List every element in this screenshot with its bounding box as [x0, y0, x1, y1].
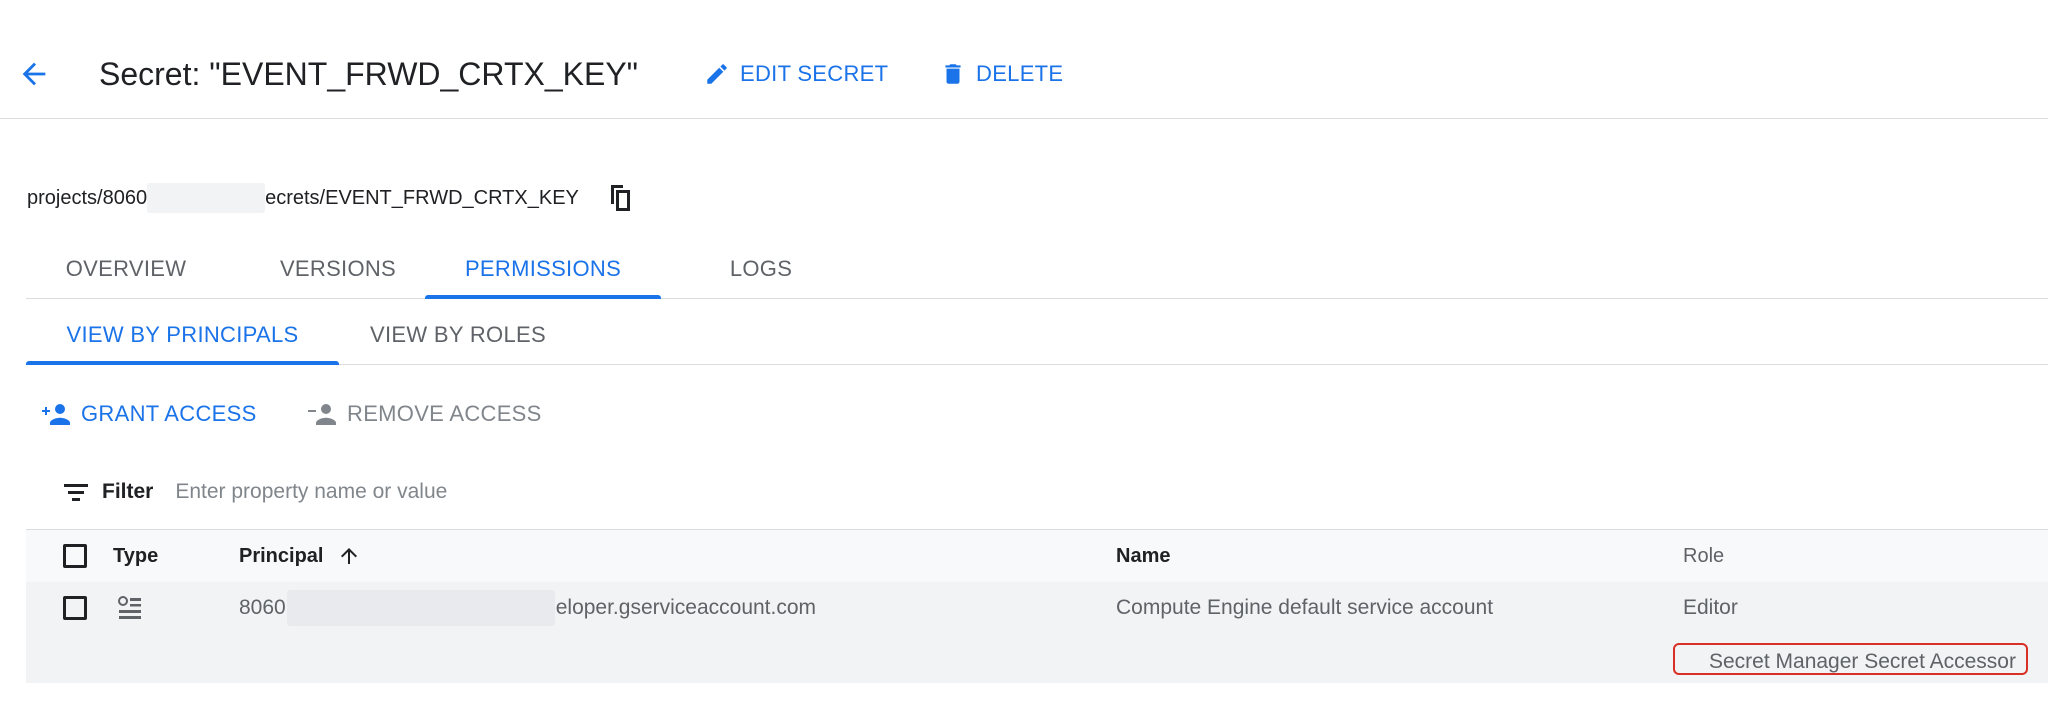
- page-header: Secret: "EVENT_FRWD_CRTX_KEY" EDIT SECRE…: [0, 0, 2048, 119]
- service-account-icon: [116, 582, 144, 634]
- tab-versions[interactable]: VERSIONS: [226, 240, 450, 298]
- resource-path-suffix: ecrets/EVENT_FRWD_CRTX_KEY: [265, 186, 579, 209]
- add-person-icon: [42, 404, 70, 425]
- resource-path-prefix: projects/8060: [27, 186, 148, 209]
- role-cell-editor: Editor: [1683, 596, 1738, 619]
- tab-view-by-principals[interactable]: VIEW BY PRINCIPALS: [26, 306, 339, 365]
- grant-access-label: GRANT ACCESS: [81, 401, 257, 426]
- back-button[interactable]: [14, 54, 54, 94]
- arrow-back-icon: [22, 62, 46, 86]
- edit-secret-button[interactable]: EDIT SECRET: [704, 56, 888, 92]
- arrow-up-icon: [341, 548, 358, 564]
- pencil-icon: [707, 64, 727, 84]
- redacted-block: [286, 590, 555, 626]
- select-all-checkbox[interactable]: [63, 544, 87, 568]
- column-name[interactable]: Name: [1116, 530, 1170, 582]
- column-role[interactable]: Role: [1683, 530, 1724, 582]
- column-principal-label: Principal: [239, 544, 324, 567]
- redacted-block: [147, 183, 266, 213]
- principal-suffix: eloper.gserviceaccount.com: [555, 596, 817, 619]
- secret-details-page: Secret: "EVENT_FRWD_CRTX_KEY" EDIT SECRE…: [0, 0, 2048, 702]
- column-type[interactable]: Type: [113, 530, 158, 582]
- role-cell-secret-accessor: Secret Manager Secret Accessor: [1709, 650, 2016, 673]
- page-title: Secret: "EVENT_FRWD_CRTX_KEY": [99, 56, 639, 92]
- filter-label: Filter: [102, 480, 154, 503]
- copy-button[interactable]: [607, 183, 635, 213]
- principals-table: Type Principal Name Role 8060 eloper.gse…: [26, 529, 2048, 683]
- filter-bar: Filter: [62, 474, 876, 510]
- delete-label: DELETE: [976, 61, 1064, 86]
- principal-prefix: 8060: [239, 596, 286, 619]
- copy-icon: [610, 185, 630, 211]
- name-cell: Compute Engine default service account: [1116, 596, 1494, 619]
- row-checkbox[interactable]: [63, 596, 87, 620]
- resource-path: projects/8060 ecrets/EVENT_FRWD_CRTX_KEY: [27, 183, 635, 213]
- principal-cell: 8060 eloper.gserviceaccount.com: [239, 582, 816, 634]
- trash-icon: [945, 64, 961, 84]
- permission-view-tabs: VIEW BY PRINCIPALS VIEW BY ROLES: [26, 306, 2048, 365]
- edit-secret-label: EDIT SECRET: [740, 61, 889, 86]
- tab-permissions[interactable]: PERMISSIONS: [425, 240, 661, 299]
- filter-input[interactable]: [175, 480, 876, 504]
- remove-person-icon: [308, 404, 336, 425]
- remove-access-label: REMOVE ACCESS: [347, 401, 542, 426]
- remove-access-button[interactable]: REMOVE ACCESS: [307, 396, 542, 432]
- tab-logs[interactable]: LOGS: [661, 240, 861, 298]
- tab-overview[interactable]: OVERVIEW: [26, 240, 226, 298]
- main-tabs: OVERVIEW VERSIONS PERMISSIONS LOGS: [26, 240, 2048, 299]
- grant-access-button[interactable]: GRANT ACCESS: [41, 396, 257, 432]
- tab-view-by-roles[interactable]: VIEW BY ROLES: [339, 306, 577, 364]
- delete-button[interactable]: DELETE: [940, 56, 1063, 92]
- table-header: Type Principal Name Role: [26, 529, 2048, 583]
- column-principal[interactable]: Principal: [239, 530, 361, 582]
- filter-icon: [64, 484, 88, 501]
